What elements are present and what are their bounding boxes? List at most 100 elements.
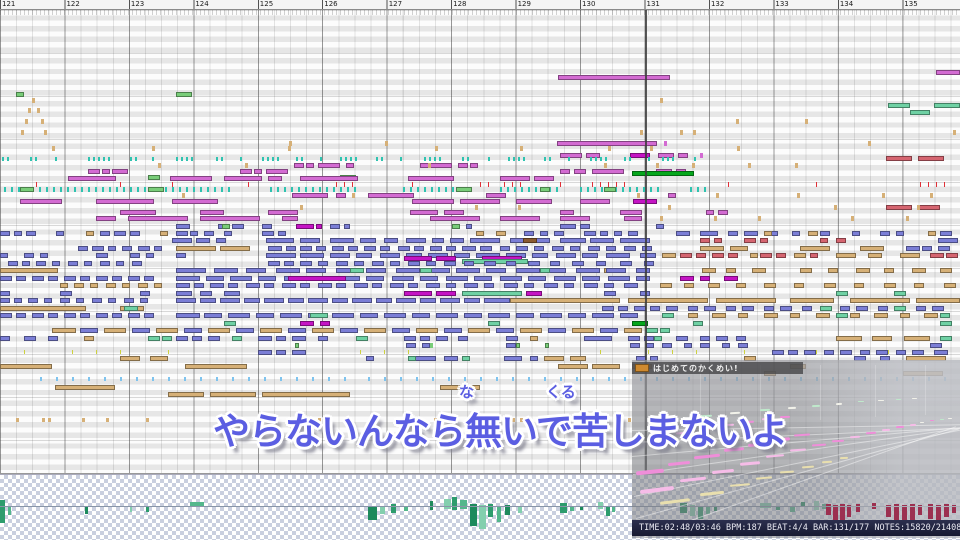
midi-note [940,268,952,273]
midi-note [282,283,296,288]
midi-note [347,187,349,192]
3d-waveform-spike [833,505,838,506]
midi-note [408,261,420,266]
midi-note [354,261,364,266]
midi-note [624,246,636,251]
midi-note [460,199,500,204]
waveform-spike [479,507,486,529]
midi-note [429,157,431,161]
midi-note [390,283,404,288]
waveform-spike [505,507,510,515]
3d-note-streak [930,420,934,421]
midi-note [888,103,910,108]
midi-note [540,268,550,273]
midi-note [176,246,216,251]
midi-note [88,157,90,161]
midi-note [917,205,920,210]
midi-note [444,210,464,215]
waveform-spike [190,502,204,506]
midi-note [513,157,515,161]
midi-note [940,336,952,341]
midi-note [523,157,525,161]
midi-note [291,187,293,192]
midi-note [376,157,378,161]
perspective-vline [700,365,701,427]
bar-number: 133 [775,0,789,8]
midi-note [52,328,76,333]
midi-note [792,231,800,236]
midi-note [408,283,418,288]
midi-note [248,377,250,381]
midi-note [96,216,116,221]
midi-note [350,157,352,161]
midi-note [660,216,663,221]
midi-note [560,224,576,229]
midi-note [406,343,416,348]
midi-note [884,268,894,273]
midi-note [330,238,354,243]
midi-note [500,187,502,192]
midi-note [300,246,312,251]
midi-note [688,306,698,311]
3d-note-streak [787,406,797,410]
midi-note [148,175,160,180]
midi-note [516,199,552,204]
midi-note [24,350,25,354]
midi-note [210,392,256,397]
midi-note [60,187,62,192]
midi-note [662,313,674,318]
midi-note [0,253,8,258]
midi-note [156,328,178,333]
midi-note [884,283,896,288]
midi-note [194,283,204,288]
midi-note [560,216,590,221]
midi-note [560,210,574,215]
midi-note [72,377,74,381]
midi-note [264,377,266,381]
midi-note [301,157,303,161]
midi-note [176,268,206,273]
midi-note [318,418,321,422]
midi-note [912,350,924,355]
midi-note [108,298,116,303]
midi-note [424,187,426,192]
3d-waveform-spike [952,505,956,506]
3d-waveform-spike [886,505,891,506]
midi-note [144,313,154,318]
midi-note [606,253,630,258]
midi-note [284,261,294,266]
midi-note [540,187,550,192]
midi-note [946,253,958,258]
midi-note [172,238,192,243]
3d-waveform-spike [944,504,949,506]
midi-note [404,291,432,296]
midi-note [760,253,772,258]
midi-note [808,231,818,236]
midi-note [200,187,202,192]
midi-note [486,268,506,273]
midi-note [176,276,200,281]
midi-note [464,377,466,381]
midi-note [544,377,546,381]
midi-note [560,153,582,158]
midi-note [456,187,472,192]
3d-preview-viewport[interactable]: はじめてのかくめい! TIME:02:48/03:46 BPM:187 BEAT… [632,360,960,538]
midi-note [270,187,272,192]
midi-note [228,283,238,288]
midi-note [586,153,600,158]
midi-note [230,276,252,281]
midi-note [854,283,864,288]
midi-note [444,328,462,333]
midi-note [11,187,13,192]
bar-ruler[interactable]: 121 122 123 124 125 126 127 128 129 130 131 132 133 1… [0,0,960,10]
midi-note [580,199,610,204]
midi-note [737,146,740,151]
midi-note [190,231,198,236]
midi-note [181,157,183,161]
midi-note [152,377,154,381]
midi-note [570,356,586,361]
midi-note [544,283,558,288]
midi-note [836,313,848,318]
midi-note [280,377,282,381]
midi-note [932,306,944,311]
